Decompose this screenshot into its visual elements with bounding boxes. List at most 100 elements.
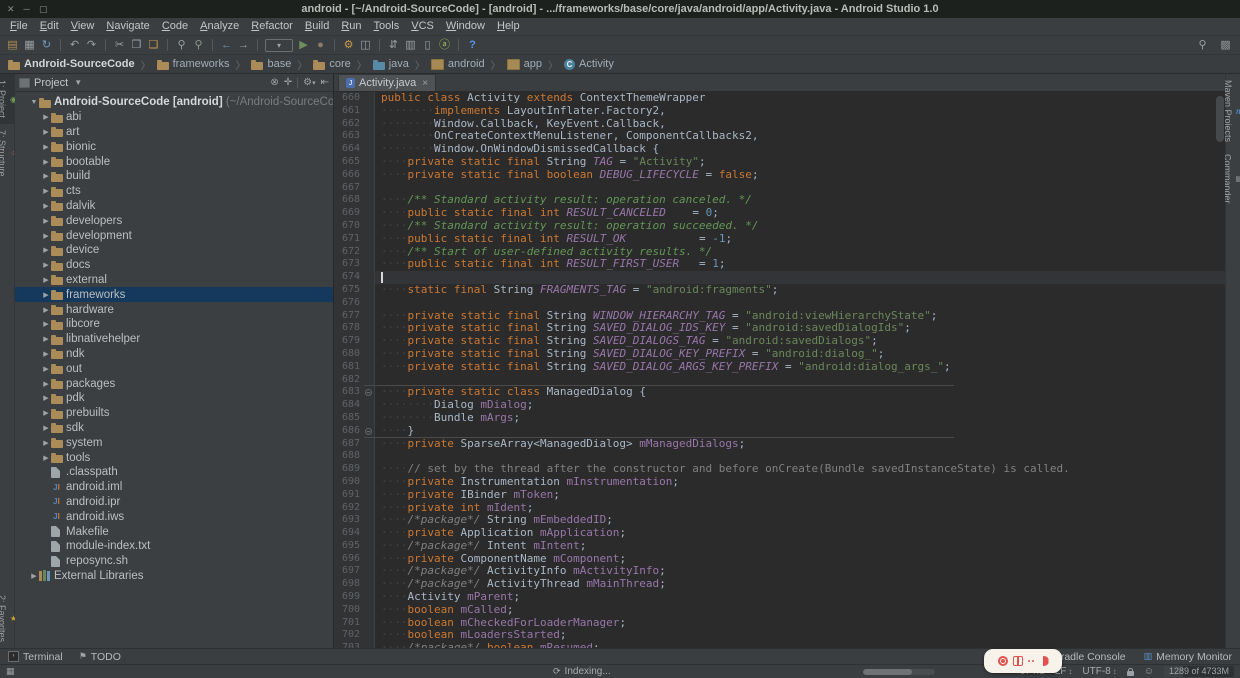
run-config-dropdown[interactable]: ▾ — [265, 39, 293, 52]
project-panel-title[interactable]: Project ▼ — [19, 77, 82, 89]
tree-collapsed-arrow-icon[interactable]: ▶ — [41, 365, 51, 373]
tree-item-cts[interactable]: ▶cts — [15, 184, 333, 199]
tree-item-android-iws[interactable]: JIandroid.iws — [15, 509, 333, 524]
breadcrumb-item-android-sourcecode[interactable]: Android-SourceCode — [6, 58, 137, 70]
scroll-to-source-icon[interactable]: ✛ — [284, 77, 292, 88]
tree-collapsed-arrow-icon[interactable]: ▶ — [41, 409, 51, 417]
fold-marker-icon[interactable]: − — [365, 428, 372, 435]
tree-item-reposync-sh[interactable]: reposync.sh — [15, 554, 333, 569]
menu-navigate[interactable]: Navigate — [100, 18, 155, 35]
find-icon[interactable]: ⚲ — [173, 37, 190, 53]
breadcrumb-item-core[interactable]: core — [311, 58, 352, 70]
tree-item-libnativehelper[interactable]: ▶libnativehelper — [15, 332, 333, 347]
breadcrumb-item-android[interactable]: android — [429, 58, 487, 70]
encoding-selector[interactable]: UTF-8↕ — [1082, 666, 1116, 677]
memory-indicator[interactable]: 1289 of 4733M — [1164, 666, 1234, 677]
tree-collapsed-arrow-icon[interactable]: ▶ — [41, 350, 51, 358]
toolwindow-button-memory-monitor[interactable]: ▥Memory Monitor — [1144, 651, 1232, 663]
fold-marker-icon[interactable]: − — [365, 389, 372, 396]
tree-item-art[interactable]: ▶art — [15, 125, 333, 140]
toolwindow-switcher-icon[interactable]: ▦ — [6, 666, 15, 677]
tree-item-packages[interactable]: ▶packages — [15, 376, 333, 391]
breadcrumb-item-java[interactable]: java — [371, 58, 411, 70]
open-icon[interactable]: ▤ — [4, 37, 21, 53]
quick-access-icon[interactable]: ▩ — [1217, 37, 1234, 53]
hector-inspection-icon[interactable]: ☺ — [1144, 666, 1154, 677]
avd-manager-icon[interactable]: ▥ — [402, 37, 419, 53]
forward-icon[interactable]: → — [235, 37, 252, 53]
tree-collapsed-arrow-icon[interactable]: ▶ — [41, 217, 51, 225]
menu-view[interactable]: View — [65, 18, 101, 35]
search-icon[interactable]: ⚲ — [1194, 37, 1211, 53]
recorder-half-disc-icon[interactable] — [1039, 656, 1049, 666]
tree-collapsed-arrow-icon[interactable]: ▶ — [41, 261, 51, 269]
help-icon[interactable]: ? — [464, 37, 481, 53]
sync-icon[interactable]: ↻ — [38, 37, 55, 53]
tree-item-android-sourcecode--android-[interactable]: ▼Android-SourceCode [android] (~/Android… — [15, 95, 333, 110]
close-button[interactable]: ✕ — [7, 0, 15, 18]
tree-item-developers[interactable]: ▶developers — [15, 213, 333, 228]
breadcrumb-item-app[interactable]: app — [505, 58, 544, 70]
tree-item-libcore[interactable]: ▶libcore — [15, 317, 333, 332]
run-icon[interactable]: ▶ — [295, 37, 312, 53]
back-icon[interactable]: ← — [218, 37, 235, 53]
tree-collapsed-arrow-icon[interactable]: ▶ — [41, 143, 51, 151]
tree-item-frameworks[interactable]: ▶frameworks — [15, 287, 333, 302]
tree-item-abi[interactable]: ▶abi — [15, 110, 333, 125]
tree-collapsed-arrow-icon[interactable]: ▶ — [41, 335, 51, 343]
code-line-666[interactable]: 666····private static final boolean DEBU… — [334, 169, 1225, 182]
tree-item-hardware[interactable]: ▶hardware — [15, 302, 333, 317]
android-icon[interactable]: ⓐ — [436, 37, 453, 53]
tree-collapsed-arrow-icon[interactable]: ▶ — [41, 172, 51, 180]
tree-item-makefile[interactable]: Makefile — [15, 524, 333, 539]
menu-run[interactable]: Run — [335, 18, 367, 35]
tree-collapsed-arrow-icon[interactable]: ▶ — [41, 394, 51, 402]
tree-item-build[interactable]: ▶build — [15, 169, 333, 184]
code-line-685[interactable]: 685········Bundle mArgs; — [334, 412, 1225, 425]
recorder-pages-icon[interactable] — [1013, 656, 1023, 666]
tree-item-module-index-txt[interactable]: module-index.txt — [15, 539, 333, 554]
tree-item-android-ipr[interactable]: JIandroid.ipr — [15, 495, 333, 510]
code-line-675[interactable]: 675····static final String FRAGMENTS_TAG… — [334, 284, 1225, 297]
replace-icon[interactable]: ⚲ — [190, 37, 207, 53]
record-icon[interactable] — [998, 656, 1008, 666]
menu-edit[interactable]: Edit — [34, 18, 65, 35]
tree-collapsed-arrow-icon[interactable]: ▶ — [41, 276, 51, 284]
menu-window[interactable]: Window — [440, 18, 491, 35]
cut-icon[interactable]: ✂ — [111, 37, 128, 53]
tree-collapsed-arrow-icon[interactable]: ▶ — [41, 424, 51, 432]
minimize-button[interactable]: ─ — [24, 0, 30, 18]
tree-collapsed-arrow-icon[interactable]: ▶ — [41, 232, 51, 240]
tree-item-bionic[interactable]: ▶bionic — [15, 139, 333, 154]
tree-item-development[interactable]: ▶development — [15, 228, 333, 243]
tree-collapsed-arrow-icon[interactable]: ▶ — [41, 128, 51, 136]
tree-collapsed-arrow-icon[interactable]: ▶ — [41, 320, 51, 328]
project-structure-icon[interactable]: ◫ — [357, 37, 374, 53]
tree-collapsed-arrow-icon[interactable]: ▶ — [41, 113, 51, 121]
tree-item-sdk[interactable]: ▶sdk — [15, 421, 333, 436]
code-line-673[interactable]: 673····public static final int RESULT_FI… — [334, 258, 1225, 271]
tree-collapsed-arrow-icon[interactable]: ▶ — [29, 572, 39, 580]
breadcrumb-item-frameworks[interactable]: frameworks — [155, 58, 232, 70]
tree-collapsed-arrow-icon[interactable]: ▶ — [41, 306, 51, 314]
code-line-687[interactable]: 687····private SparseArray<ManagedDialog… — [334, 438, 1225, 451]
menu-tools[interactable]: Tools — [368, 18, 406, 35]
menu-help[interactable]: Help — [491, 18, 526, 35]
breadcrumb-item-activity[interactable]: CActivity — [562, 58, 616, 70]
tree-item-tools[interactable]: ▶tools — [15, 450, 333, 465]
menu-file[interactable]: File — [4, 18, 34, 35]
tree-item-external-libraries[interactable]: ▶External Libraries — [15, 569, 333, 584]
redo-icon[interactable]: ↷ — [83, 37, 100, 53]
tree-collapsed-arrow-icon[interactable]: ▶ — [41, 246, 51, 254]
tree-collapsed-arrow-icon[interactable]: ▶ — [41, 439, 51, 447]
code-line-703[interactable]: 703····/*package*/ boolean mResumed; — [334, 642, 1225, 648]
tree-collapsed-arrow-icon[interactable]: ▶ — [41, 454, 51, 462]
save-icon[interactable]: ▦ — [21, 37, 38, 53]
menu-vcs[interactable]: VCS — [405, 18, 440, 35]
tree-collapsed-arrow-icon[interactable]: ▶ — [41, 187, 51, 195]
collapse-all-icon[interactable]: ⊗ — [270, 77, 278, 88]
tree-item-android-iml[interactable]: JIandroid.iml — [15, 480, 333, 495]
tree-item-prebuilts[interactable]: ▶prebuilts — [15, 406, 333, 421]
tree-item-bootable[interactable]: ▶bootable — [15, 154, 333, 169]
code-editor[interactable]: 660public class Activity extends Context… — [334, 92, 1225, 648]
